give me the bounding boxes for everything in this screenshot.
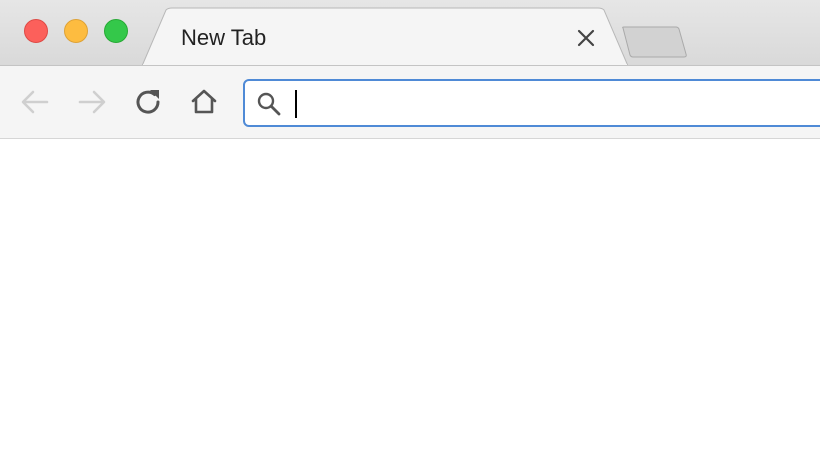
home-icon[interactable] xyxy=(187,85,221,119)
reload-icon[interactable] xyxy=(131,85,165,119)
arrow-left-icon[interactable] xyxy=(18,85,52,119)
browser-window: New Tab xyxy=(0,0,820,452)
address-input[interactable] xyxy=(291,87,811,119)
new-tab-button[interactable] xyxy=(620,25,690,59)
arrow-right-icon[interactable] xyxy=(75,85,109,119)
omnibox[interactable] xyxy=(243,79,820,127)
tab-title: New Tab xyxy=(181,25,267,50)
active-tab[interactable] xyxy=(0,0,820,67)
page-content xyxy=(0,139,820,452)
close-icon[interactable] xyxy=(574,26,598,50)
toolbar xyxy=(0,65,820,139)
tab-strip: New Tab xyxy=(0,0,820,67)
search-icon xyxy=(257,92,281,116)
text-caret xyxy=(295,90,297,118)
